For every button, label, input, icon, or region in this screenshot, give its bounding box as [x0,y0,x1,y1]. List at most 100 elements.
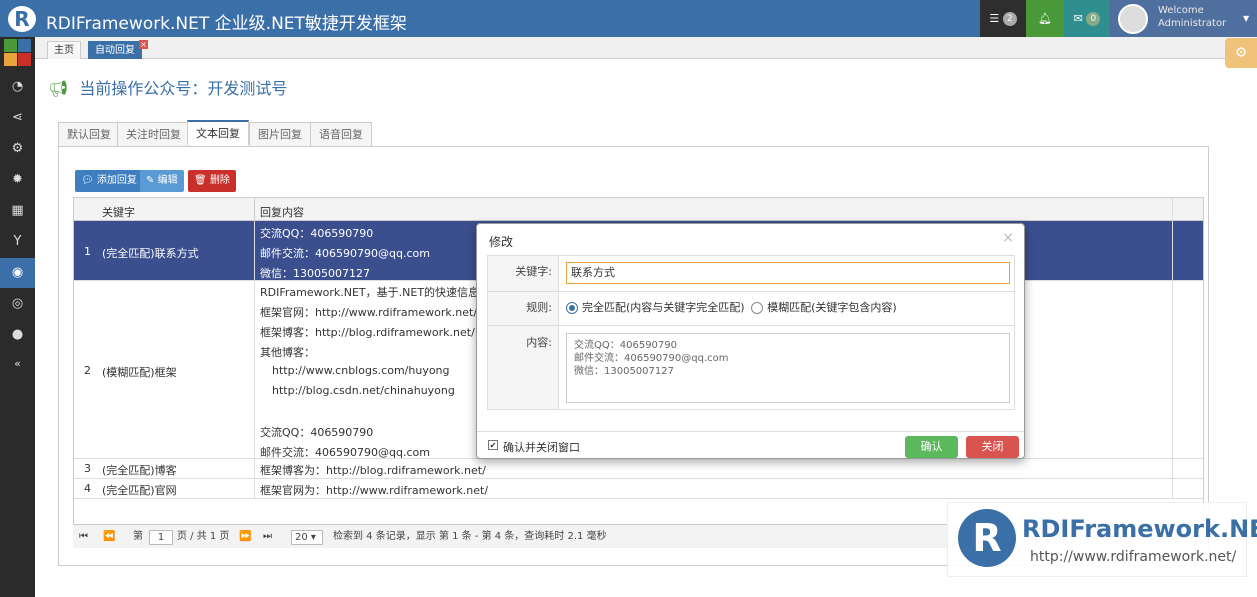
edit-button[interactable]: ✎ 编辑 [140,170,184,192]
brand-watermark: R RDIFramework.NET http://www.rdiframewo… [947,502,1257,577]
page-tab-strip: 主页 自动回复 × [35,37,1257,59]
col-keyword: 关键字 [102,206,135,219]
watermark-url: http://www.rdiframework.net/ [1030,549,1237,565]
tab-auto-reply[interactable]: 自动回复 [88,41,142,59]
share-icon[interactable]: ⋖ [0,103,35,133]
welcome-text: Welcome [1158,5,1204,16]
settings-gear-icon[interactable]: ⚙ [1225,38,1257,68]
row-number: 1 [84,245,91,258]
envelope-icon: ✉ [1073,12,1083,25]
dialog-title: 修改 [489,235,514,249]
edit-label: 编辑 [157,175,178,186]
row-content-line: 框架官网为：http://www.rdiframework.net/ [260,484,489,497]
row-keyword: (完全匹配)联系方式 [102,247,199,260]
watermark-title: RDIFramework.NET [1022,515,1257,543]
calendar-icon[interactable]: ▦ [0,196,35,226]
content-field-cell: 交流QQ：406590790 邮件交流：406590790@qq.com 微信：… [558,326,1014,409]
notifications-button[interactable]: 🔔︎ [1026,0,1064,37]
messages-badge: 0 [1086,12,1101,26]
cogs-icon[interactable]: ⚙ [0,134,35,164]
edit-dialog: 修改 × 关键字: 联系方式 规则: 完全匹配(内容与关键字完全匹配) 模糊匹配… [476,223,1025,459]
page-label: 第 [133,531,143,542]
rule-fuzzy-label: 模糊匹配(关键字包含内容) [767,301,897,314]
row-content-line: 框架博客为：http://blog.rdiframework.net/ [260,464,486,477]
collapse-icon[interactable]: « [0,349,35,379]
rule-exact-label: 完全匹配(内容与关键字完全匹配) [582,301,745,314]
rule-label: 规则: [488,292,558,326]
tab-follow-reply[interactable]: 关注时回复 [117,122,190,146]
row-keyword: (完全匹配)博客 [102,464,177,477]
tasks-button[interactable]: ☰ 2 [980,0,1026,37]
row-keyword: (模糊匹配)框架 [102,366,177,379]
filter-icon[interactable]: Y [0,227,35,257]
tab-image-reply[interactable]: 图片回复 [249,122,311,146]
caret-down-icon: ▼ [1243,14,1250,23]
eye-icon[interactable]: ◎ [0,289,35,319]
delete-button[interactable]: 🗑︎ 删除 [188,170,236,192]
bell-icon: 🔔︎ [1038,12,1052,25]
rule-field-cell: 完全匹配(内容与关键字完全匹配) 模糊匹配(关键字包含内容) [558,292,1014,326]
wechat-icon[interactable]: ◉ [0,258,35,288]
rule-exact-radio[interactable] [566,302,578,314]
watermark-logo: R [958,509,1016,567]
tab-home[interactable]: 主页 [47,41,81,59]
row-content-line: 交流QQ：406590790 [260,227,374,240]
page-size-value: 20 [295,532,308,543]
top-bar: R RDIFramework.NET 企业级.NET敏捷开发框架 ☰ 2 🔔︎ … [0,0,1257,37]
prev-page-icon[interactable]: ⏪ [103,525,115,549]
content-textarea[interactable]: 交流QQ：406590790 邮件交流：406590790@qq.com 微信：… [566,333,1010,403]
add-reply-label: 添加回复 [96,175,137,186]
row-content-line: 框架官网：http://www.rdiframework.net/ [260,306,478,319]
tiles-icon[interactable] [4,39,31,66]
keyword-field-cell: 联系方式 [558,256,1014,292]
user-menu[interactable]: Welcome Administrator ▼ [1110,0,1257,37]
row-content-line: 邮件交流：406590790@qq.com [260,247,430,260]
tab-voice-reply[interactable]: 语音回复 [310,122,372,146]
row-number: 4 [84,482,91,495]
first-page-icon[interactable]: ⏮ [79,525,88,549]
row-keyword: (完全匹配)官网 [102,484,177,497]
user-name: Administrator [1158,18,1227,29]
row-content-line: 邮件交流：406590790@qq.com [260,446,430,459]
ok-button[interactable]: 确认 [905,436,958,458]
row-content-line: 其他博客： [260,346,315,359]
rule-fuzzy-radio[interactable] [751,302,764,314]
content-label: 内容: [488,326,558,409]
edit-form: 关键字: 联系方式 规则: 完全匹配(内容与关键字完全匹配) 模糊匹配(关键字包… [487,255,1015,410]
content-line: 交流QQ：406590790 [574,340,678,351]
page-title: 当前操作公众号：开发测试号 [79,79,288,98]
tab-text-reply[interactable]: 文本回复 [187,120,249,145]
avatar [1118,4,1148,34]
row-number: 3 [84,462,91,475]
content-line: 邮件交流：406590790@qq.com [574,353,729,364]
comment-icon: 💬︎ [81,175,94,186]
messages-button[interactable]: ✉ 0 [1064,0,1110,37]
table-row[interactable]: 4 (完全匹配)官网 框架官网为：http://www.rdiframework… [74,479,1203,499]
delete-label: 删除 [209,175,230,186]
add-reply-button[interactable]: 💬︎ 添加回复 [75,170,143,192]
app-logo: R [8,6,36,32]
last-page-icon[interactable]: ⏭ [263,525,272,549]
tab-default-reply[interactable]: 默认回复 [58,122,120,146]
row-content-line: 交流QQ：406590790 [260,426,374,439]
row-content-line: 框架博客：http://blog.rdiframework.net/ [260,326,475,339]
close-icon[interactable]: × [1002,230,1014,246]
next-page-icon[interactable]: ⏩ [239,525,251,549]
sidebar: ◔ ⋖ ⚙ ✹ ▦ Y ◉ ◎ ● « [0,37,35,597]
close-button[interactable]: 关闭 [966,436,1019,458]
page-size-select[interactable]: 20 ▾ [291,530,323,545]
row-content-line: http://www.cnblogs.com/huyong [272,364,450,377]
grid-header: 关键字 回复内容 [74,198,1203,221]
dashboard-icon[interactable]: ◔ [0,72,35,102]
page-input[interactable]: 1 [149,530,173,545]
close-tab-icon[interactable]: × [139,40,148,49]
confirm-close-checkbox[interactable]: ✔ [488,440,498,450]
keyword-input[interactable]: 联系方式 [566,262,1010,284]
row-content-line: http://blog.csdn.net/chinahuyong [272,384,455,397]
megaphone-icon: 📢︎ [48,79,69,98]
gear-icon[interactable]: ✹ [0,165,35,195]
table-row[interactable]: 3 (完全匹配)博客 框架博客为：http://blog.rdiframewor… [74,459,1203,479]
app-title: RDIFramework.NET 企业级.NET敏捷开发框架 [46,14,407,34]
globe-icon[interactable]: ● [0,320,35,350]
list-icon: ☰ [989,12,1000,25]
